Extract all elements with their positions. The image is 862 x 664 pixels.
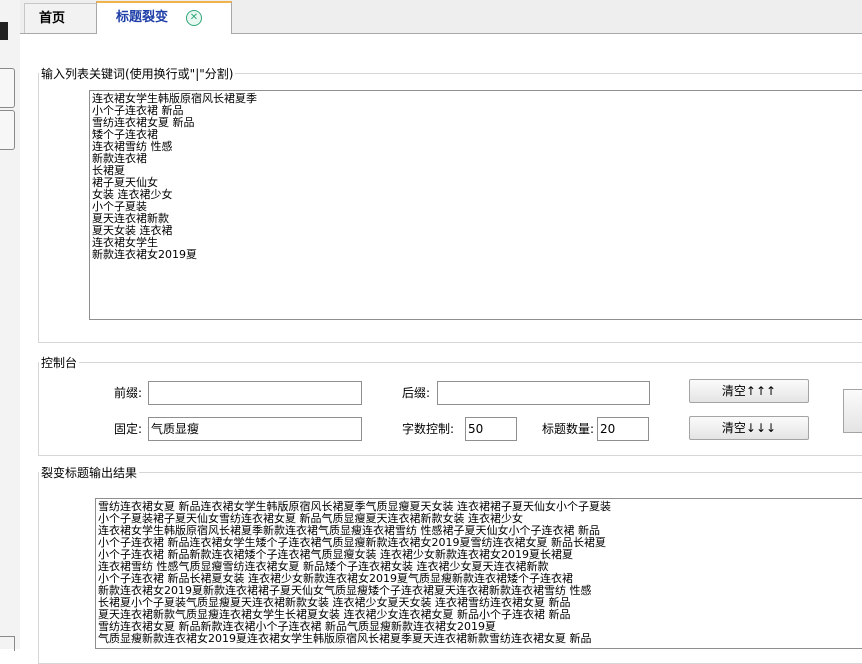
suffix-input[interactable] (437, 381, 650, 405)
tab-bar: 首页 标题裂变 ✕ (20, 0, 862, 34)
app-logo-fragment (0, 22, 8, 40)
keyword-line: 裙子夏天仙女 (92, 176, 158, 189)
keyword-line: 连衣裙女学生 (92, 236, 158, 249)
keyword-line: 夏天连衣裙新款 (92, 212, 169, 225)
keyword-line: 小个子夏装 (92, 200, 147, 213)
output-textarea[interactable]: 雪纺连衣裙女夏 新品连衣裙女学生韩版原宿风长裙夏季气质显瘦夏天女装 连衣裙裙子夏… (95, 498, 862, 649)
prefix-input[interactable] (148, 381, 362, 405)
tab-title-fission-label: 标题裂变 (116, 10, 169, 25)
keyword-line: 矮个子连衣裙 (92, 128, 158, 141)
sidebar-button-2[interactable] (0, 110, 15, 150)
output-legend: 裂变标题输出结果 (41, 466, 138, 480)
keyword-line: 新款连衣裙女2019夏 (92, 248, 197, 261)
clear-down-button[interactable]: 清空↓↓↓ (689, 416, 809, 440)
keyword-line: 连衣裙雪纺 性感 (92, 140, 173, 153)
word-count-label: 字数控制: (402, 422, 455, 436)
keyword-line: 女装 连衣裙少女 (92, 188, 173, 201)
tab-title-fission[interactable]: 标题裂变 ✕ (96, 1, 232, 34)
keyword-textarea[interactable]: 连衣裙女学生韩版原宿风长裙夏季 小个子连衣裙 新品 雪纺连衣裙女夏 新品 矮个子连衣裙… (89, 90, 862, 320)
suffix-label: 后缀: (402, 386, 431, 400)
fixed-input[interactable]: 气质显瘦 (148, 417, 362, 441)
keyword-line: 雪纺连衣裙女夏 新品 (92, 116, 195, 129)
control-panel-legend: 控制台 (41, 356, 78, 370)
keyword-line: 新款连衣裙 (92, 152, 147, 165)
tab-home-label: 首页 (39, 11, 66, 26)
keyword-input-legend: 输入列表关键词(使用换行或"|"分割) (41, 67, 234, 81)
output-line: 气质显瘦新款连衣裙女2019夏连衣裙女学生韩版原宿风长裙夏季夏天连衣裙新款雪纺连… (98, 632, 592, 645)
keyword-line: 长裙夏 (92, 164, 125, 177)
keyword-line: 夏天女装 连衣裙 (92, 224, 173, 237)
prefix-label: 前缀: (114, 386, 143, 400)
sidebar-button-1[interactable] (0, 68, 15, 108)
title-count-label: 标题数量: (542, 422, 595, 436)
close-icon[interactable]: ✕ (186, 10, 202, 26)
generate-button[interactable] (843, 389, 862, 433)
title-count-input[interactable]: 20 (597, 417, 649, 441)
keyword-line: 小个子连衣裙 新品 (92, 104, 184, 117)
clear-up-button[interactable]: 清空↑↑↑ (689, 379, 809, 403)
word-count-input[interactable]: 50 (465, 417, 517, 441)
tab-home[interactable]: 首页 (24, 3, 98, 33)
fixed-label: 固定: (114, 422, 143, 436)
keyword-line: 连衣裙女学生韩版原宿风长裙夏季 (92, 92, 257, 105)
left-sidebar (0, 0, 21, 651)
